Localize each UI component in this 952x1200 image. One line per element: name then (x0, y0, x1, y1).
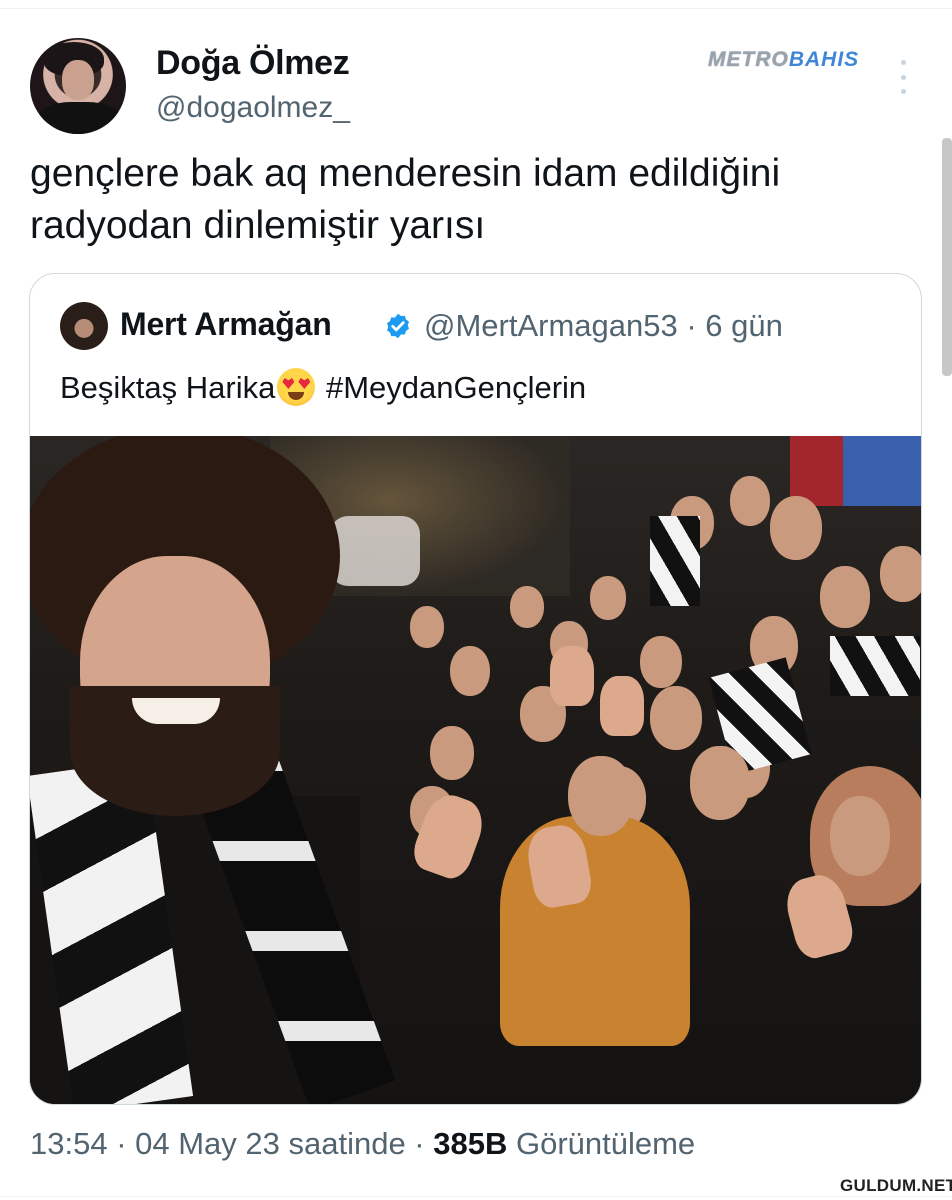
avatar-body (38, 102, 120, 134)
bottom-divider (0, 1196, 952, 1197)
author-avatar[interactable] (30, 38, 126, 134)
watermark-part-b: BAHIS (788, 48, 860, 71)
quoted-tweet-card[interactable]: Mert Armağan @MertArmagan53 · 6 gün Beşi… (29, 273, 922, 1105)
views-label: Görüntüleme (507, 1126, 696, 1161)
more-options-icon[interactable] (896, 60, 910, 94)
author-display-name[interactable]: Doğa Ölmez (156, 44, 350, 83)
tweet-text: gençlere bak aq menderesin idam edildiği… (30, 152, 781, 247)
tweet-timestamp[interactable]: 13:54 · 04 May 23 saatinde · (30, 1126, 433, 1161)
views-count: 385B (433, 1126, 508, 1161)
quoted-author-avatar[interactable] (60, 302, 108, 350)
quoted-handle-and-time[interactable]: @MertArmagan53 · 6 gün (424, 308, 783, 344)
metrobahis-watermark: METROBAHIS (708, 48, 859, 72)
scrollbar[interactable] (942, 138, 952, 376)
quoted-hashtag[interactable]: #MeydanGençlerin (317, 370, 586, 405)
quoted-text-part-1: Beşiktaş Harika (60, 370, 276, 405)
avatar-face (62, 60, 94, 100)
verified-badge-icon (387, 313, 409, 339)
tweet-meta: 13:54 · 04 May 23 saatinde · 385B Görünt… (30, 1126, 695, 1162)
site-watermark: GULDUM.NET (840, 1176, 952, 1195)
quoted-tweet-text: Beşiktaş Harika #MeydanGençlerin (60, 368, 586, 406)
heart-eyes-emoji-icon (277, 368, 316, 406)
author-handle[interactable]: @dogaolmez_ (156, 91, 350, 125)
top-divider (0, 8, 952, 9)
quoted-author-name[interactable]: Mert Armağan (120, 306, 332, 343)
watermark-part-a: METRO (708, 48, 789, 71)
quoted-tweet-photo[interactable] (30, 436, 921, 1104)
